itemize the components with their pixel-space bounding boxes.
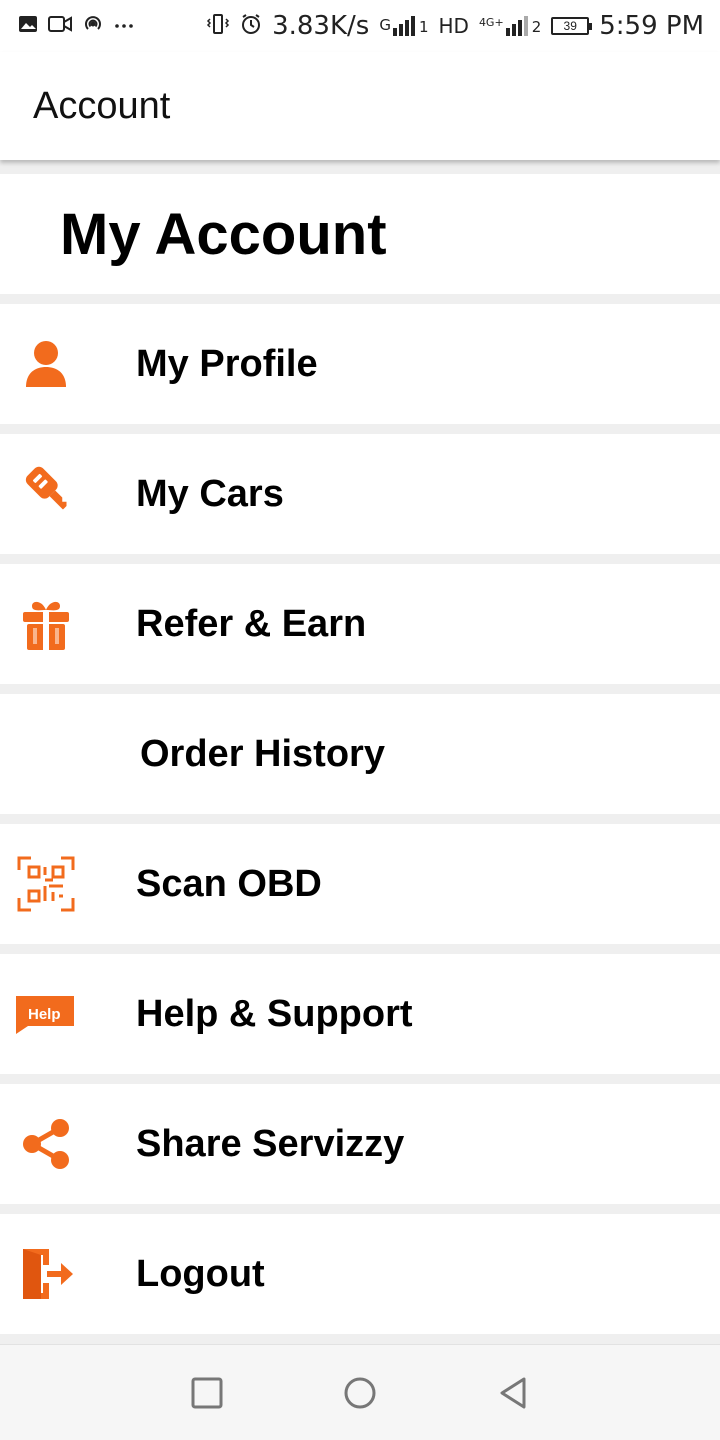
menu-item-order-history[interactable]: Order History <box>0 694 720 814</box>
recents-icon[interactable] <box>177 1363 237 1423</box>
menu-item-label: Refer & Earn <box>136 602 367 645</box>
menu-item-refer-earn[interactable]: Refer & Earn <box>0 564 720 684</box>
status-bar-right: 3.83K/s G 1 HD 4G+ 2 39 5:59 PM <box>206 11 704 41</box>
user-icon <box>16 334 76 394</box>
menu-item-label: Scan OBD <box>136 862 322 905</box>
menu-item-label: My Cars <box>136 472 284 515</box>
sim1-sub: 1 <box>418 18 429 36</box>
alarm-icon <box>240 13 262 40</box>
share-icon <box>16 1114 76 1174</box>
image-icon <box>18 14 38 39</box>
logout-icon <box>16 1244 76 1304</box>
gift-icon <box>16 594 76 654</box>
menu-item-label: Logout <box>136 1252 265 1295</box>
menu-item-help-support[interactable]: Help Help & Support <box>0 954 720 1074</box>
signal-icon-2: 4G+ 2 <box>479 16 541 36</box>
status-bar-left <box>18 13 134 40</box>
qr-scan-icon <box>16 854 76 914</box>
menu-item-label: Help & Support <box>136 992 413 1035</box>
status-bar: 3.83K/s G 1 HD 4G+ 2 39 5:59 PM <box>0 0 720 52</box>
back-icon[interactable] <box>483 1363 543 1423</box>
car-key-icon <box>16 464 76 524</box>
account-header: My Account <box>0 174 720 294</box>
clock: 5:59 PM <box>599 11 704 41</box>
battery-icon: 39 <box>551 17 593 35</box>
help-icon: Help <box>14 984 78 1044</box>
menu-item-label: Order History <box>140 732 385 775</box>
hd-label: HD <box>438 14 469 38</box>
menu-item-share[interactable]: Share Servizzy <box>0 1084 720 1204</box>
sim1-label: G <box>379 16 391 34</box>
signal-icon: G 1 <box>379 16 428 36</box>
vibrate-icon <box>206 13 230 40</box>
home-icon[interactable] <box>330 1363 390 1423</box>
sim2-sub: 2 <box>531 18 542 36</box>
account-menu: My Profile My Cars Refer & Earn Order Hi… <box>0 304 720 1344</box>
menu-item-scan-obd[interactable]: Scan OBD <box>0 824 720 944</box>
battery-level: 39 <box>563 19 577 33</box>
net-speed: 3.83K/s <box>272 11 370 41</box>
app-bar: Account <box>0 52 720 160</box>
system-nav-bar <box>0 1344 720 1440</box>
menu-item-label: Share Servizzy <box>136 1122 405 1165</box>
menu-item-my-profile[interactable]: My Profile <box>0 304 720 424</box>
menu-item-my-cars[interactable]: My Cars <box>0 434 720 554</box>
menu-item-logout[interactable]: Logout <box>0 1214 720 1334</box>
sim2-label: 4G+ <box>478 16 504 29</box>
menu-item-label: My Profile <box>136 342 318 385</box>
hotspot-icon <box>82 13 104 40</box>
video-icon <box>48 14 72 39</box>
more-icon <box>114 17 134 35</box>
app-bar-title: Account <box>33 84 171 127</box>
help-badge-text: Help <box>28 1006 61 1023</box>
page-title: My Account <box>60 201 387 267</box>
